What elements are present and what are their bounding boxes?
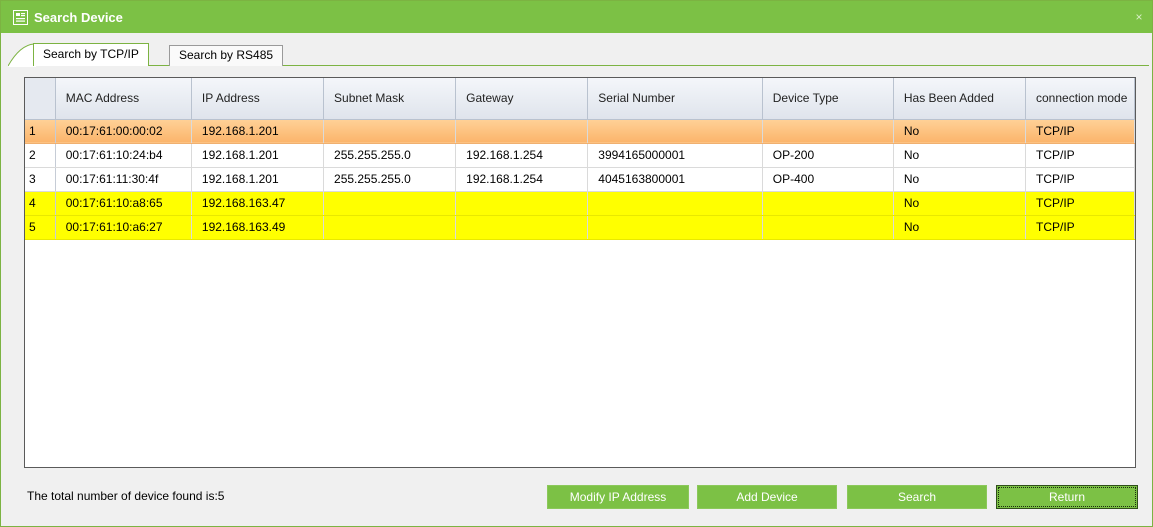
cell-subnet: 255.255.255.0 xyxy=(323,167,457,192)
cell-gateway xyxy=(455,215,589,240)
table-row[interactable]: 5 00:17:61:10:a6:27 192.168.163.49 No TC… xyxy=(25,215,1135,240)
column-header-gateway[interactable]: Gateway xyxy=(455,78,589,120)
cell-subnet xyxy=(323,191,457,216)
cell-mode: TCP/IP xyxy=(1025,167,1135,192)
table-row[interactable]: 3 00:17:61:11:30:4f 192.168.1.201 255.25… xyxy=(25,167,1135,192)
device-table: MAC Address IP Address Subnet Mask Gatew… xyxy=(24,77,1136,468)
cell-ip: 192.168.1.201 xyxy=(191,119,325,144)
cell-subnet xyxy=(323,215,457,240)
cell-mac: 00:17:61:10:a6:27 xyxy=(55,215,192,240)
table-row[interactable]: 4 00:17:61:10:a8:65 192.168.163.47 No TC… xyxy=(25,191,1135,216)
column-header-connection-mode[interactable]: connection mode xyxy=(1025,78,1135,120)
column-header-mac[interactable]: MAC Address xyxy=(55,78,192,120)
cell-mode: TCP/IP xyxy=(1025,191,1135,216)
tab-strip: Search by TCP/IP Search by RS485 xyxy=(8,43,1149,67)
row-index: 1 xyxy=(25,119,56,144)
column-header-added[interactable]: Has Been Added xyxy=(893,78,1027,120)
cell-device-type: OP-400 xyxy=(762,167,894,192)
cell-gateway: 192.168.1.254 xyxy=(455,167,589,192)
cell-added: No xyxy=(893,167,1027,192)
cell-serial: 4045163800001 xyxy=(587,167,763,192)
search-device-icon xyxy=(12,9,28,25)
device-count-status: The total number of device found is:5 xyxy=(27,489,225,503)
cell-ip: 192.168.163.49 xyxy=(191,215,325,240)
tab-search-rs485[interactable]: Search by RS485 xyxy=(169,45,284,66)
cell-device-type xyxy=(762,119,894,144)
cell-mac: 00:17:61:11:30:4f xyxy=(55,167,192,192)
table-row[interactable]: 2 00:17:61:10:24:b4 192.168.1.201 255.25… xyxy=(25,143,1135,168)
cell-mac: 00:17:61:10:24:b4 xyxy=(55,143,192,168)
tab-edge xyxy=(8,43,36,67)
window-title: Search Device xyxy=(34,9,123,25)
modify-ip-address-button[interactable]: Modify IP Address xyxy=(547,485,689,509)
cell-gateway xyxy=(455,119,589,144)
cell-added: No xyxy=(893,191,1027,216)
cell-serial xyxy=(587,215,763,240)
cell-gateway: 192.168.1.254 xyxy=(455,143,589,168)
title-bar[interactable]: Search Device × xyxy=(1,1,1152,33)
column-header-ip[interactable]: IP Address xyxy=(191,78,325,120)
table-row[interactable]: 1 00:17:61:00:00:02 192.168.1.201 No TCP… xyxy=(25,119,1135,144)
row-index: 2 xyxy=(25,143,56,168)
cell-subnet xyxy=(323,119,457,144)
close-icon[interactable]: × xyxy=(1132,10,1146,24)
cell-ip: 192.168.1.201 xyxy=(191,143,325,168)
cell-mode: TCP/IP xyxy=(1025,215,1135,240)
cell-gateway xyxy=(455,191,589,216)
search-device-dialog: Search Device × Search by TCP/IP Search … xyxy=(0,0,1153,527)
table-header: MAC Address IP Address Subnet Mask Gatew… xyxy=(25,78,1135,120)
cell-mac: 00:17:61:10:a8:65 xyxy=(55,191,192,216)
cell-added: No xyxy=(893,215,1027,240)
search-button[interactable]: Search xyxy=(847,485,987,509)
cell-mac: 00:17:61:00:00:02 xyxy=(55,119,192,144)
cell-device-type: OP-200 xyxy=(762,143,894,168)
cell-serial xyxy=(587,191,763,216)
cell-subnet: 255.255.255.0 xyxy=(323,143,457,168)
cell-mode: TCP/IP xyxy=(1025,143,1135,168)
column-header-device-type[interactable]: Device Type xyxy=(762,78,894,120)
cell-ip: 192.168.1.201 xyxy=(191,167,325,192)
cell-device-type xyxy=(762,215,894,240)
column-header-subnet[interactable]: Subnet Mask xyxy=(323,78,457,120)
cell-serial xyxy=(587,119,763,144)
add-device-button[interactable]: Add Device xyxy=(697,485,837,509)
row-index: 4 xyxy=(25,191,56,216)
cell-mode: TCP/IP xyxy=(1025,119,1135,144)
row-index: 5 xyxy=(25,215,56,240)
column-header-serial[interactable]: Serial Number xyxy=(587,78,763,120)
tab-search-tcpip[interactable]: Search by TCP/IP xyxy=(33,43,149,66)
cell-serial: 3994165000001 xyxy=(587,143,763,168)
row-index: 3 xyxy=(25,167,56,192)
cell-added: No xyxy=(893,143,1027,168)
column-header-index xyxy=(25,78,56,120)
return-button[interactable]: Return xyxy=(996,485,1138,509)
cell-ip: 192.168.163.47 xyxy=(191,191,325,216)
cell-added: No xyxy=(893,119,1027,144)
cell-device-type xyxy=(762,191,894,216)
